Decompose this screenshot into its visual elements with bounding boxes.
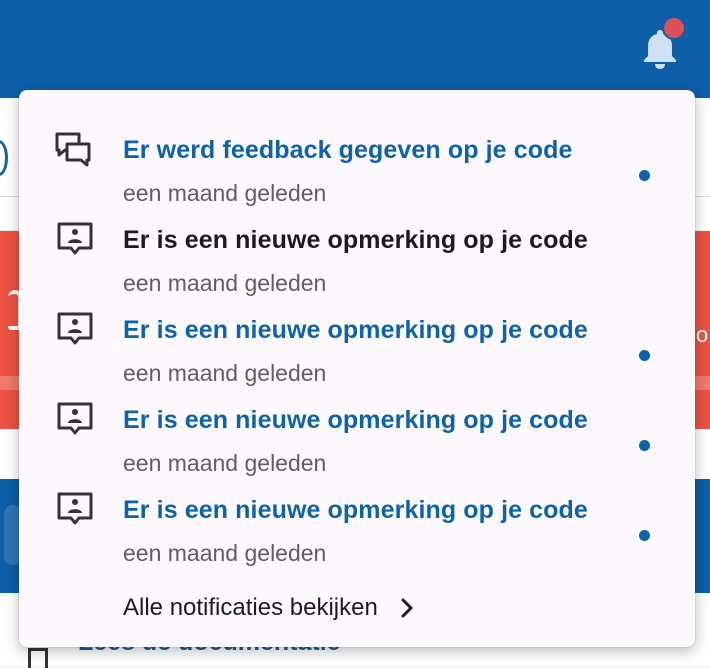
- background-alert-text-fragment: o: [696, 322, 709, 347]
- notification-item[interactable]: Er is een nieuwe opmerking op je code ee…: [19, 376, 695, 476]
- notification-title: Er is een nieuwe opmerking op je code: [123, 496, 588, 524]
- unread-indicator: [639, 530, 650, 541]
- view-all-label: Alle notificaties bekijken: [123, 594, 378, 621]
- view-all-notifications-link[interactable]: Alle notificaties bekijken: [123, 593, 416, 623]
- notification-title: Er werd feedback gegeven op je code: [123, 136, 573, 164]
- comment-icon: [57, 312, 93, 345]
- unread-indicator: [639, 440, 650, 451]
- notification-title: Er is een nieuwe opmerking op je code: [123, 316, 588, 344]
- notification-item[interactable]: Er werd feedback gegeven op je code een …: [19, 106, 695, 206]
- unread-indicator: [639, 350, 650, 361]
- feedback-icon: [55, 132, 91, 167]
- notifications-dropdown: Er werd feedback gegeven op je code een …: [19, 90, 695, 647]
- notification-item[interactable]: Er is een nieuwe opmerking op je code ee…: [19, 196, 695, 296]
- notification-time: een maand geleden: [123, 540, 327, 566]
- notification-item[interactable]: Er is een nieuwe opmerking op je code ee…: [19, 286, 695, 386]
- chevron-right-icon: [401, 598, 413, 618]
- notification-title: Er is een nieuwe opmerking op je code: [123, 406, 588, 434]
- notification-badge: [662, 16, 686, 40]
- unread-indicator: [639, 170, 650, 181]
- comment-icon: [57, 222, 93, 255]
- top-app-bar: [0, 0, 710, 98]
- comment-icon: [57, 402, 93, 435]
- comment-icon: [57, 492, 93, 525]
- notification-item[interactable]: Er is een nieuwe opmerking op je code ee…: [19, 466, 695, 566]
- notification-title: Er is een nieuwe opmerking op je code: [123, 226, 588, 254]
- book-icon: [28, 648, 48, 668]
